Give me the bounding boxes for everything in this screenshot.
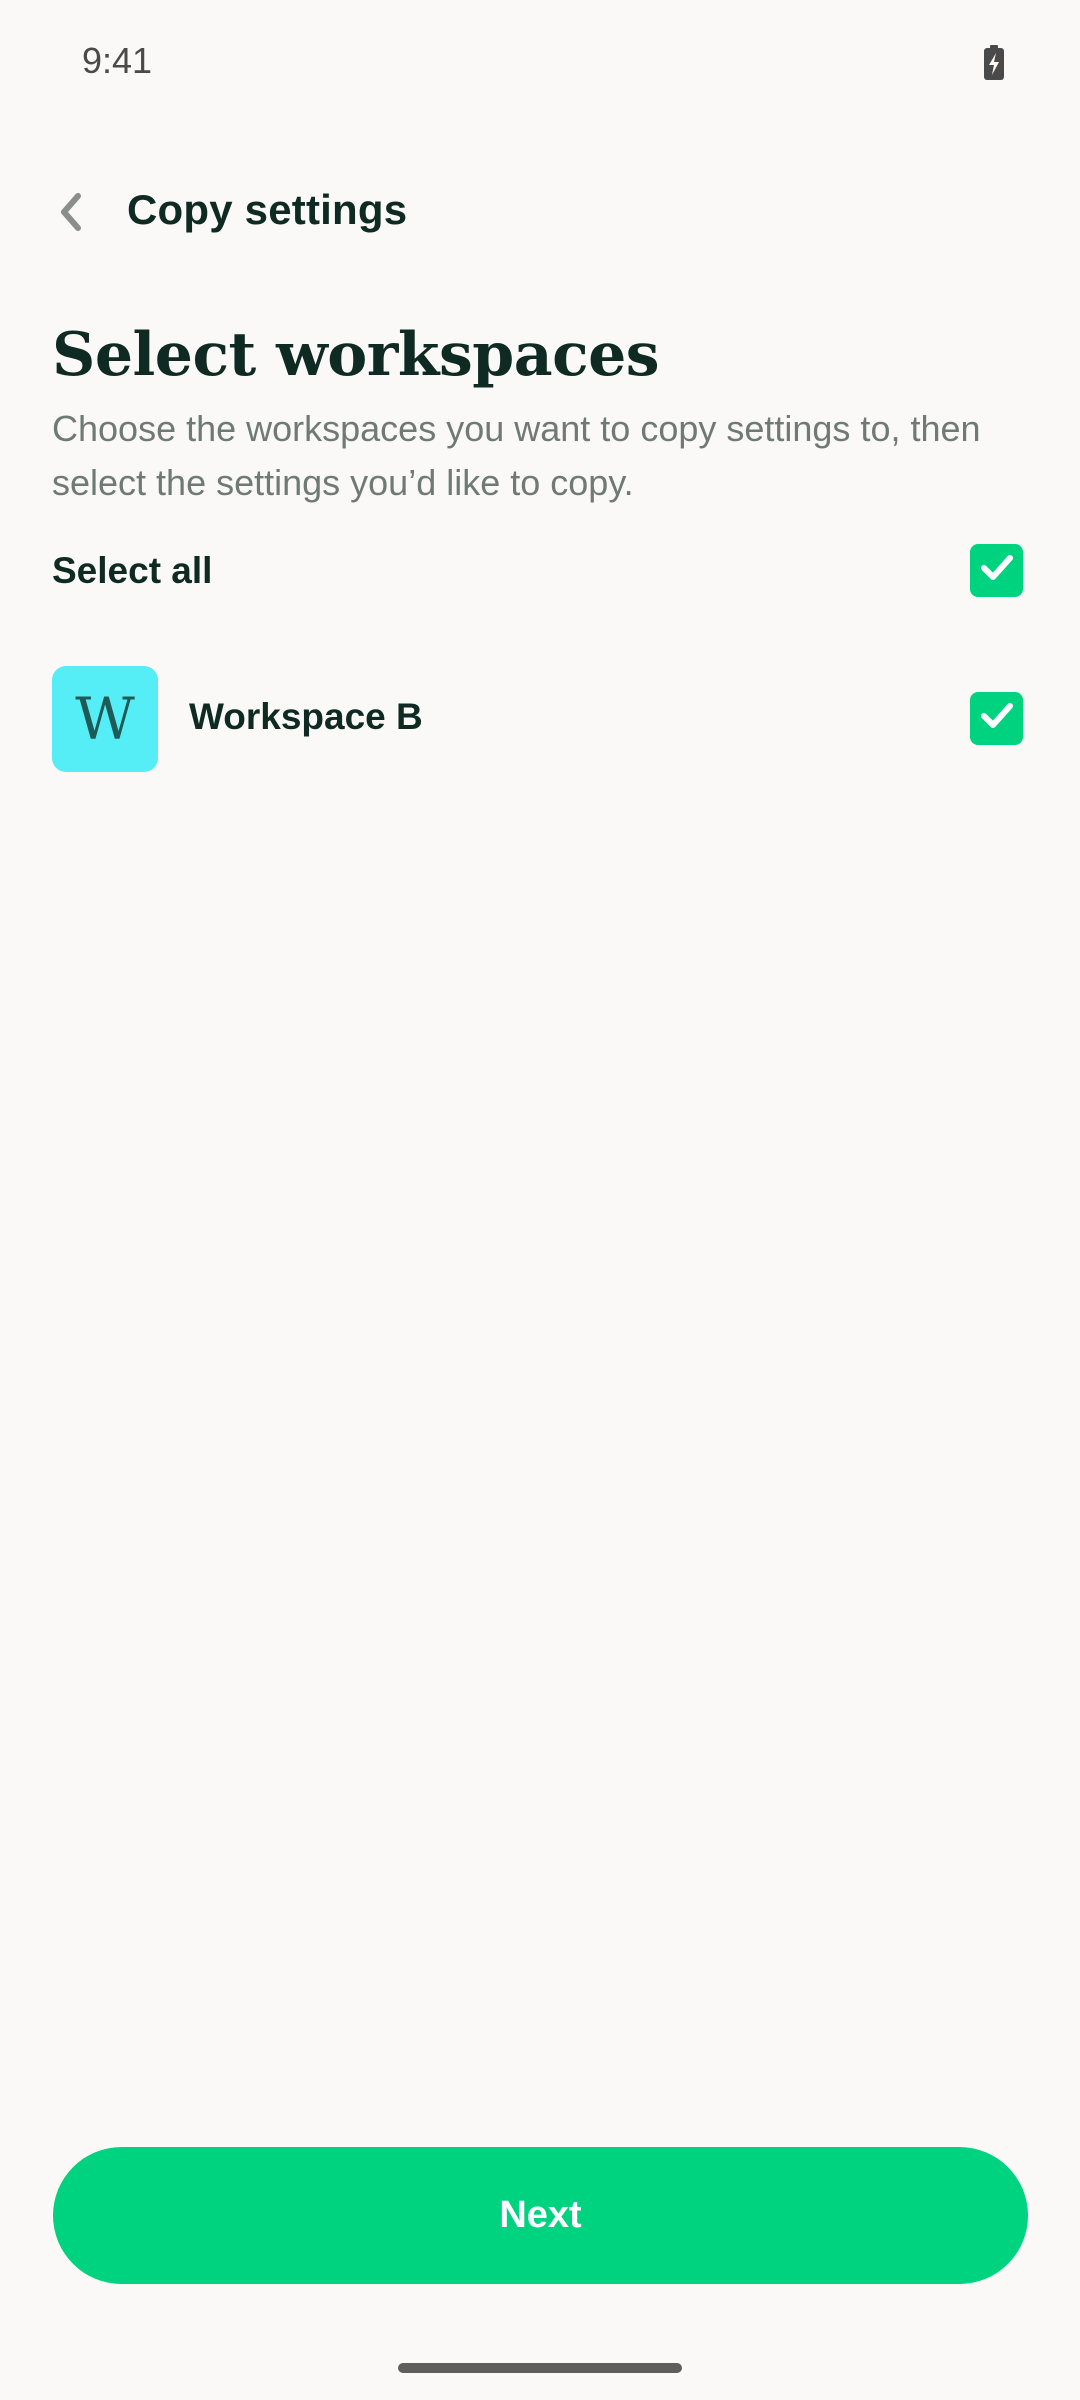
chevron-left-icon (56, 192, 88, 237)
workspace-row-b[interactable]: W Workspace B (0, 664, 1080, 772)
select-all-label: Select all (52, 550, 213, 591)
page-description: Choose the workspaces you want to copy s… (52, 408, 981, 503)
next-button-label: Next (499, 2194, 582, 2236)
next-button[interactable]: Next (53, 2147, 1028, 2284)
select-all-row[interactable]: Select all (0, 530, 1080, 610)
back-button[interactable] (36, 174, 108, 254)
workspace-b-checkbox[interactable] (970, 692, 1023, 745)
home-indicator[interactable] (398, 2363, 682, 2373)
checkmark-icon (979, 701, 1015, 736)
page-title: Select workspaces (52, 320, 660, 390)
workspace-name: Workspace B (189, 696, 423, 737)
app-bar-title: Copy settings (127, 186, 408, 233)
battery-charging-icon (982, 45, 1006, 81)
status-bar: 9:41 (0, 0, 1080, 125)
checkmark-icon (979, 553, 1015, 588)
workspace-avatar: W (52, 666, 158, 772)
select-all-checkbox[interactable] (970, 544, 1023, 597)
status-time: 9:41 (82, 40, 153, 81)
top-app-bar: Copy settings (0, 170, 1080, 258)
workspace-avatar-letter: W (75, 685, 135, 753)
copy-settings-screen: 9:41 Copy settings Select workspaces Cho… (0, 0, 1080, 2400)
